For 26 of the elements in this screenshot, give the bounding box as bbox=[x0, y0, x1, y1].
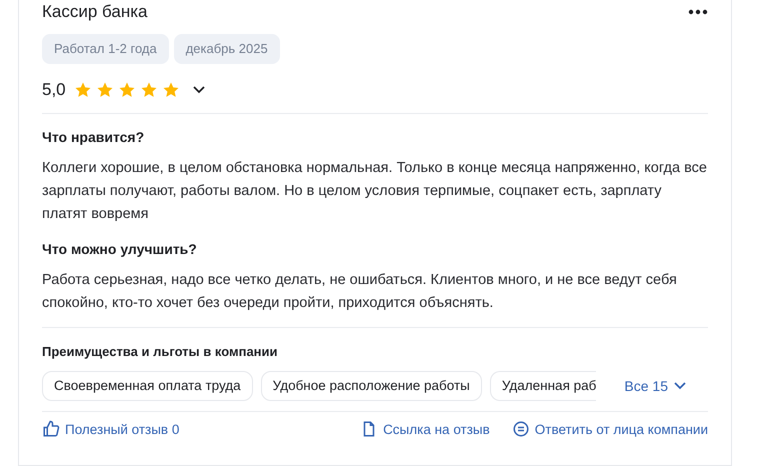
benefit-chip[interactable]: Удаленная раб bbox=[490, 371, 596, 401]
chevron-down-icon[interactable] bbox=[192, 86, 205, 94]
review-text: Коллеги хорошие, в целом обстановка нормальная. Только в конце месяца напряженно, когда все зарплаты получают, работы валом. Но в целом условия терпимые, соцпакет есть, зарплату платят вовремя bbox=[42, 159, 708, 224]
tenure-tag: декабрь 2025 bbox=[174, 34, 280, 64]
review-text: Работа серьезная, надо все четко делать, не ошибаться. Клиентов много, и не все ведут себя спокойно, кто-то хочет без очереди пройти, приходится объяснять. bbox=[42, 271, 678, 313]
reply-link[interactable]: Ответить от лица компании bbox=[512, 420, 708, 438]
chevron-down-icon bbox=[674, 382, 686, 390]
section-heading: Что можно улучшить? bbox=[42, 240, 198, 259]
show-all-link[interactable]: Все 15 bbox=[624, 378, 686, 394]
comment-icon bbox=[512, 420, 530, 438]
benefit-chip[interactable]: Своевременная оплата труда bbox=[42, 371, 253, 401]
tenure-tag: Работал 1-2 года bbox=[42, 34, 169, 64]
benefits-heading: Преимущества и льготы в компании bbox=[42, 343, 279, 361]
more-icon[interactable] bbox=[688, 9, 708, 15]
star-icon bbox=[96, 81, 114, 99]
benefit-chip[interactable]: Удобное расположение работы bbox=[260, 371, 482, 401]
star-icon bbox=[162, 81, 180, 99]
section-heading: Что нравится? bbox=[42, 128, 146, 147]
star-icon bbox=[140, 81, 158, 99]
rating-value: 5,0 bbox=[42, 80, 66, 100]
like-link[interactable]: Полезный отзыв 0 bbox=[42, 420, 180, 438]
thumbs-up-icon bbox=[42, 420, 60, 438]
star-icon bbox=[74, 81, 92, 99]
share-link[interactable]: Ссылка на отзыв bbox=[360, 420, 490, 438]
star-icon bbox=[118, 81, 136, 99]
job-title: Кассир банка bbox=[42, 1, 148, 23]
